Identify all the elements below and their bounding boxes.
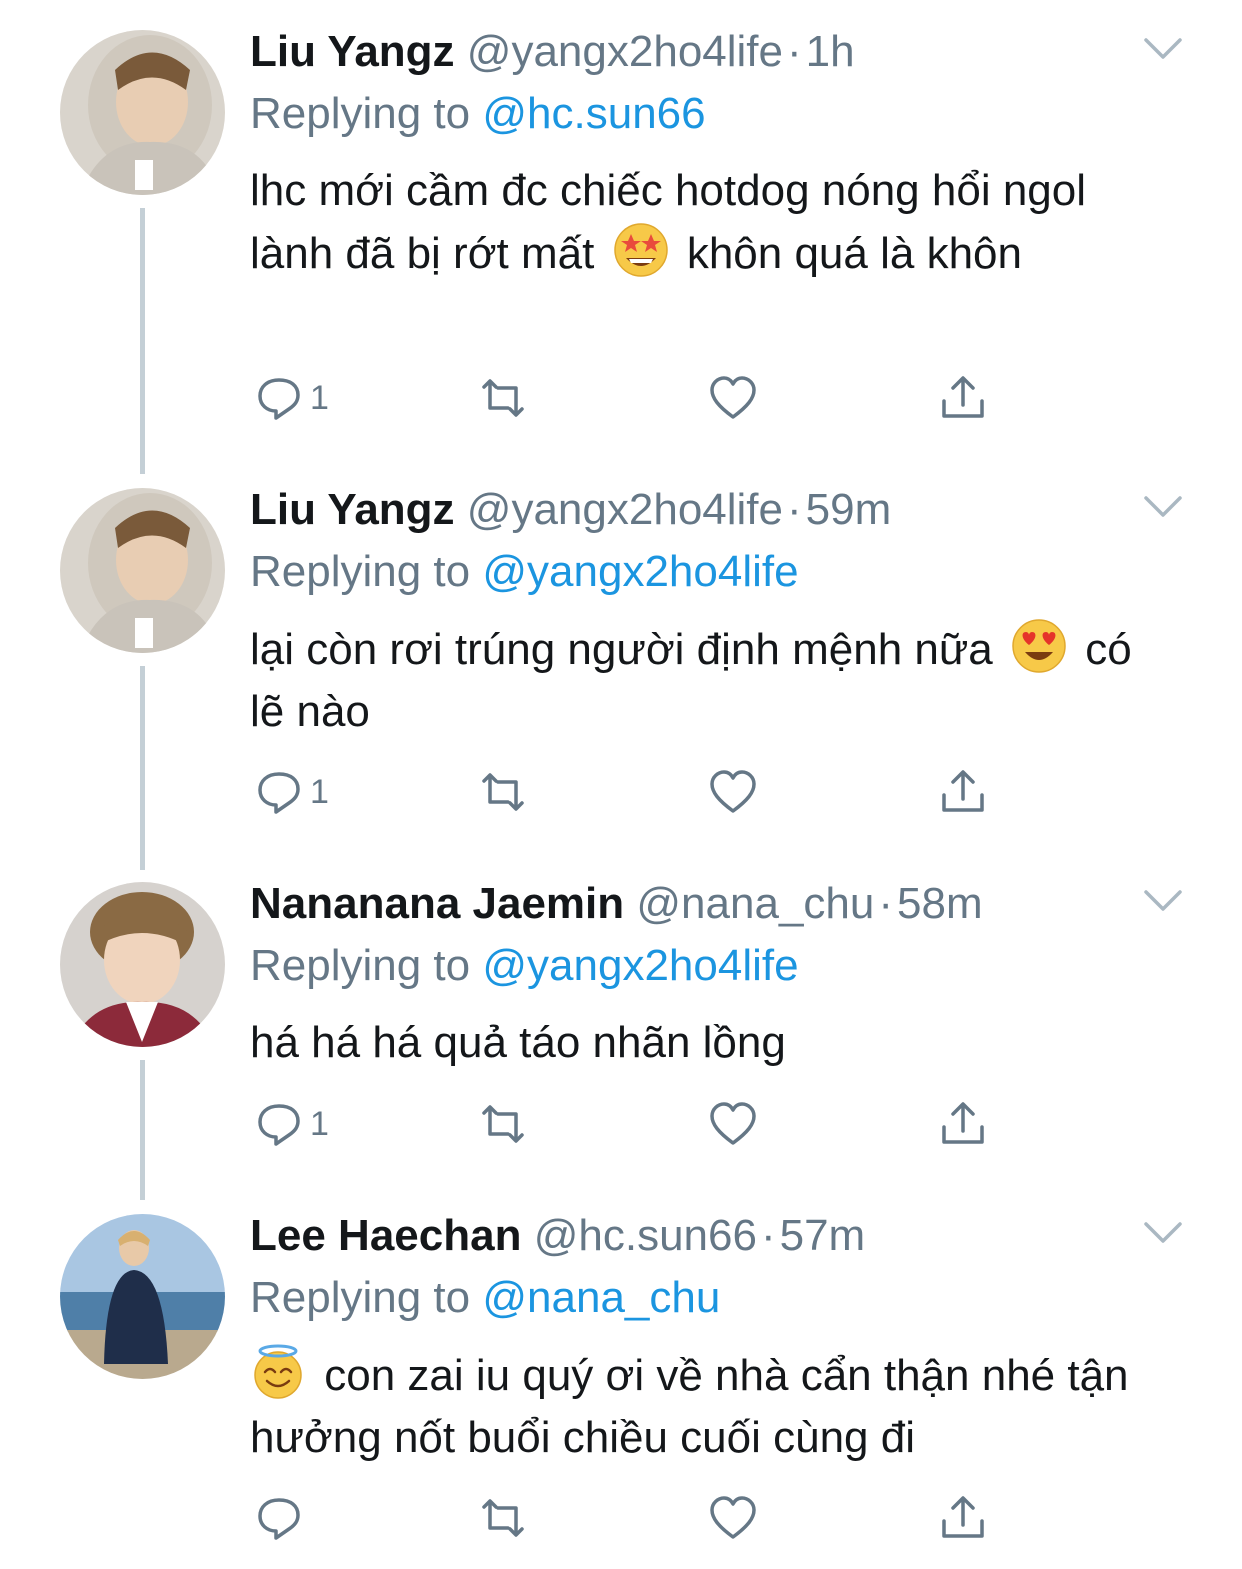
separator: · <box>787 27 802 76</box>
tweet-text: con zai iu quý ơi về nhà cẩn thận nhé tậ… <box>250 1344 1150 1469</box>
share-icon <box>942 1102 984 1144</box>
separator: · <box>760 1211 776 1260</box>
author-name[interactable]: Liu Yangz <box>250 485 455 534</box>
avatar[interactable] <box>60 488 225 653</box>
like-button[interactable] <box>708 1096 758 1152</box>
reply-icon <box>258 1498 300 1540</box>
share-icon <box>942 1496 984 1538</box>
star-struck-emoji <box>613 222 669 278</box>
author-handle[interactable]: @yangx2ho4life <box>467 485 783 534</box>
tweet-header: Nananana Jaemin @nana_chu·58m <box>250 878 983 930</box>
tweet-text-part: con zai iu quý ơi về nhà cẩn thận nhé tậ… <box>250 1351 1129 1462</box>
replying-to: Replying to @yangx2ho4life <box>250 546 799 598</box>
replying-to-link[interactable]: @yangx2ho4life <box>482 547 798 596</box>
tweet-text: lhc mới cầm đc chiếc hotdog nóng hổi ngo… <box>250 160 1150 285</box>
avatar[interactable] <box>60 1214 225 1379</box>
like-button[interactable] <box>708 764 758 820</box>
chevron-down-icon[interactable] <box>1143 494 1183 520</box>
replying-to: Replying to @yangx2ho4life <box>250 940 799 992</box>
author-name[interactable]: Nananana Jaemin <box>250 879 624 928</box>
reply-icon <box>258 772 300 814</box>
reply-button[interactable]: 1 <box>254 1096 329 1152</box>
tweet-text-part: lại còn rơi trúng người định mệnh nữa <box>250 625 993 674</box>
reply-count: 1 <box>310 1104 329 1143</box>
heart-icon <box>710 376 756 419</box>
separator: · <box>878 879 894 928</box>
timestamp[interactable]: 58m <box>897 879 983 928</box>
halo-emoji <box>250 1344 306 1400</box>
like-button[interactable] <box>708 1490 758 1546</box>
thread-line <box>140 208 145 474</box>
replying-to-label: Replying to <box>250 547 471 596</box>
tweet-actions: 1 <box>250 1096 1010 1152</box>
author-handle[interactable]: @nana_chu <box>636 879 874 928</box>
thread-line <box>140 1060 145 1200</box>
author-handle[interactable]: @hc.sun66 <box>534 1211 757 1260</box>
replying-to: Replying to @nana_chu <box>250 1272 720 1324</box>
tweet-header: Lee Haechan @hc.sun66·57m <box>250 1210 865 1262</box>
thread-line <box>140 666 145 870</box>
tweet-text-part: khôn quá là khôn <box>686 229 1022 278</box>
timestamp[interactable]: 59m <box>806 485 892 534</box>
share-icon <box>942 770 984 812</box>
replying-to-link[interactable]: @hc.sun66 <box>482 89 705 138</box>
retweet-icon <box>482 773 524 811</box>
reply-icon <box>258 378 300 420</box>
retweet-button[interactable] <box>478 1490 528 1546</box>
separator: · <box>787 485 802 534</box>
reply-button[interactable]: 1 <box>254 370 329 426</box>
share-icon <box>942 376 984 418</box>
heart-icon <box>710 1496 756 1539</box>
chevron-down-icon[interactable] <box>1143 36 1183 62</box>
replying-to-link[interactable]: @nana_chu <box>482 1273 720 1322</box>
tweet-text: lại còn rơi trúng người định mệnh nữa có… <box>250 618 1150 743</box>
heart-icon <box>710 1102 756 1145</box>
like-button[interactable] <box>708 370 758 426</box>
replying-to-link[interactable]: @yangx2ho4life <box>482 941 798 990</box>
share-button[interactable] <box>938 1096 988 1152</box>
retweet-icon <box>482 379 524 417</box>
author-name[interactable]: Lee Haechan <box>250 1211 521 1260</box>
chevron-down-icon[interactable] <box>1143 1220 1183 1246</box>
reply-count: 1 <box>310 772 329 811</box>
retweet-icon <box>482 1499 524 1537</box>
replying-to-label: Replying to <box>250 941 471 990</box>
replying-to-label: Replying to <box>250 89 471 138</box>
heart-icon <box>710 770 756 813</box>
share-button[interactable] <box>938 1490 988 1546</box>
avatar[interactable] <box>60 882 225 1047</box>
retweet-button[interactable] <box>478 764 528 820</box>
tweet-text: há há há quả táo nhãn lồng <box>250 1012 1150 1074</box>
retweet-button[interactable] <box>478 370 528 426</box>
reply-button[interactable] <box>254 1490 310 1546</box>
heart-eyes-emoji <box>1011 618 1067 674</box>
timestamp[interactable]: 1h <box>806 27 855 76</box>
tweet-actions: 1 <box>250 764 1010 820</box>
replying-to: Replying to @hc.sun66 <box>250 88 706 140</box>
replying-to-label: Replying to <box>250 1273 471 1322</box>
share-button[interactable] <box>938 370 988 426</box>
chevron-down-icon[interactable] <box>1143 888 1183 914</box>
retweet-icon <box>482 1105 524 1143</box>
tweet-header: Liu Yangz @yangx2ho4life·59m <box>250 484 891 536</box>
tweet-text-part: há há há quả táo nhãn lồng <box>250 1018 786 1067</box>
author-name[interactable]: Liu Yangz <box>250 27 455 76</box>
author-handle[interactable]: @yangx2ho4life <box>467 27 783 76</box>
tweet-actions <box>250 1490 1010 1546</box>
tweet-actions: 1 <box>250 370 1010 426</box>
reply-count: 1 <box>310 378 329 417</box>
reply-button[interactable]: 1 <box>254 764 329 820</box>
timestamp[interactable]: 57m <box>780 1211 866 1260</box>
share-button[interactable] <box>938 764 988 820</box>
retweet-button[interactable] <box>478 1096 528 1152</box>
tweet-header: Liu Yangz @yangx2ho4life·1h <box>250 26 855 78</box>
reply-icon <box>258 1104 300 1146</box>
avatar[interactable] <box>60 30 225 195</box>
